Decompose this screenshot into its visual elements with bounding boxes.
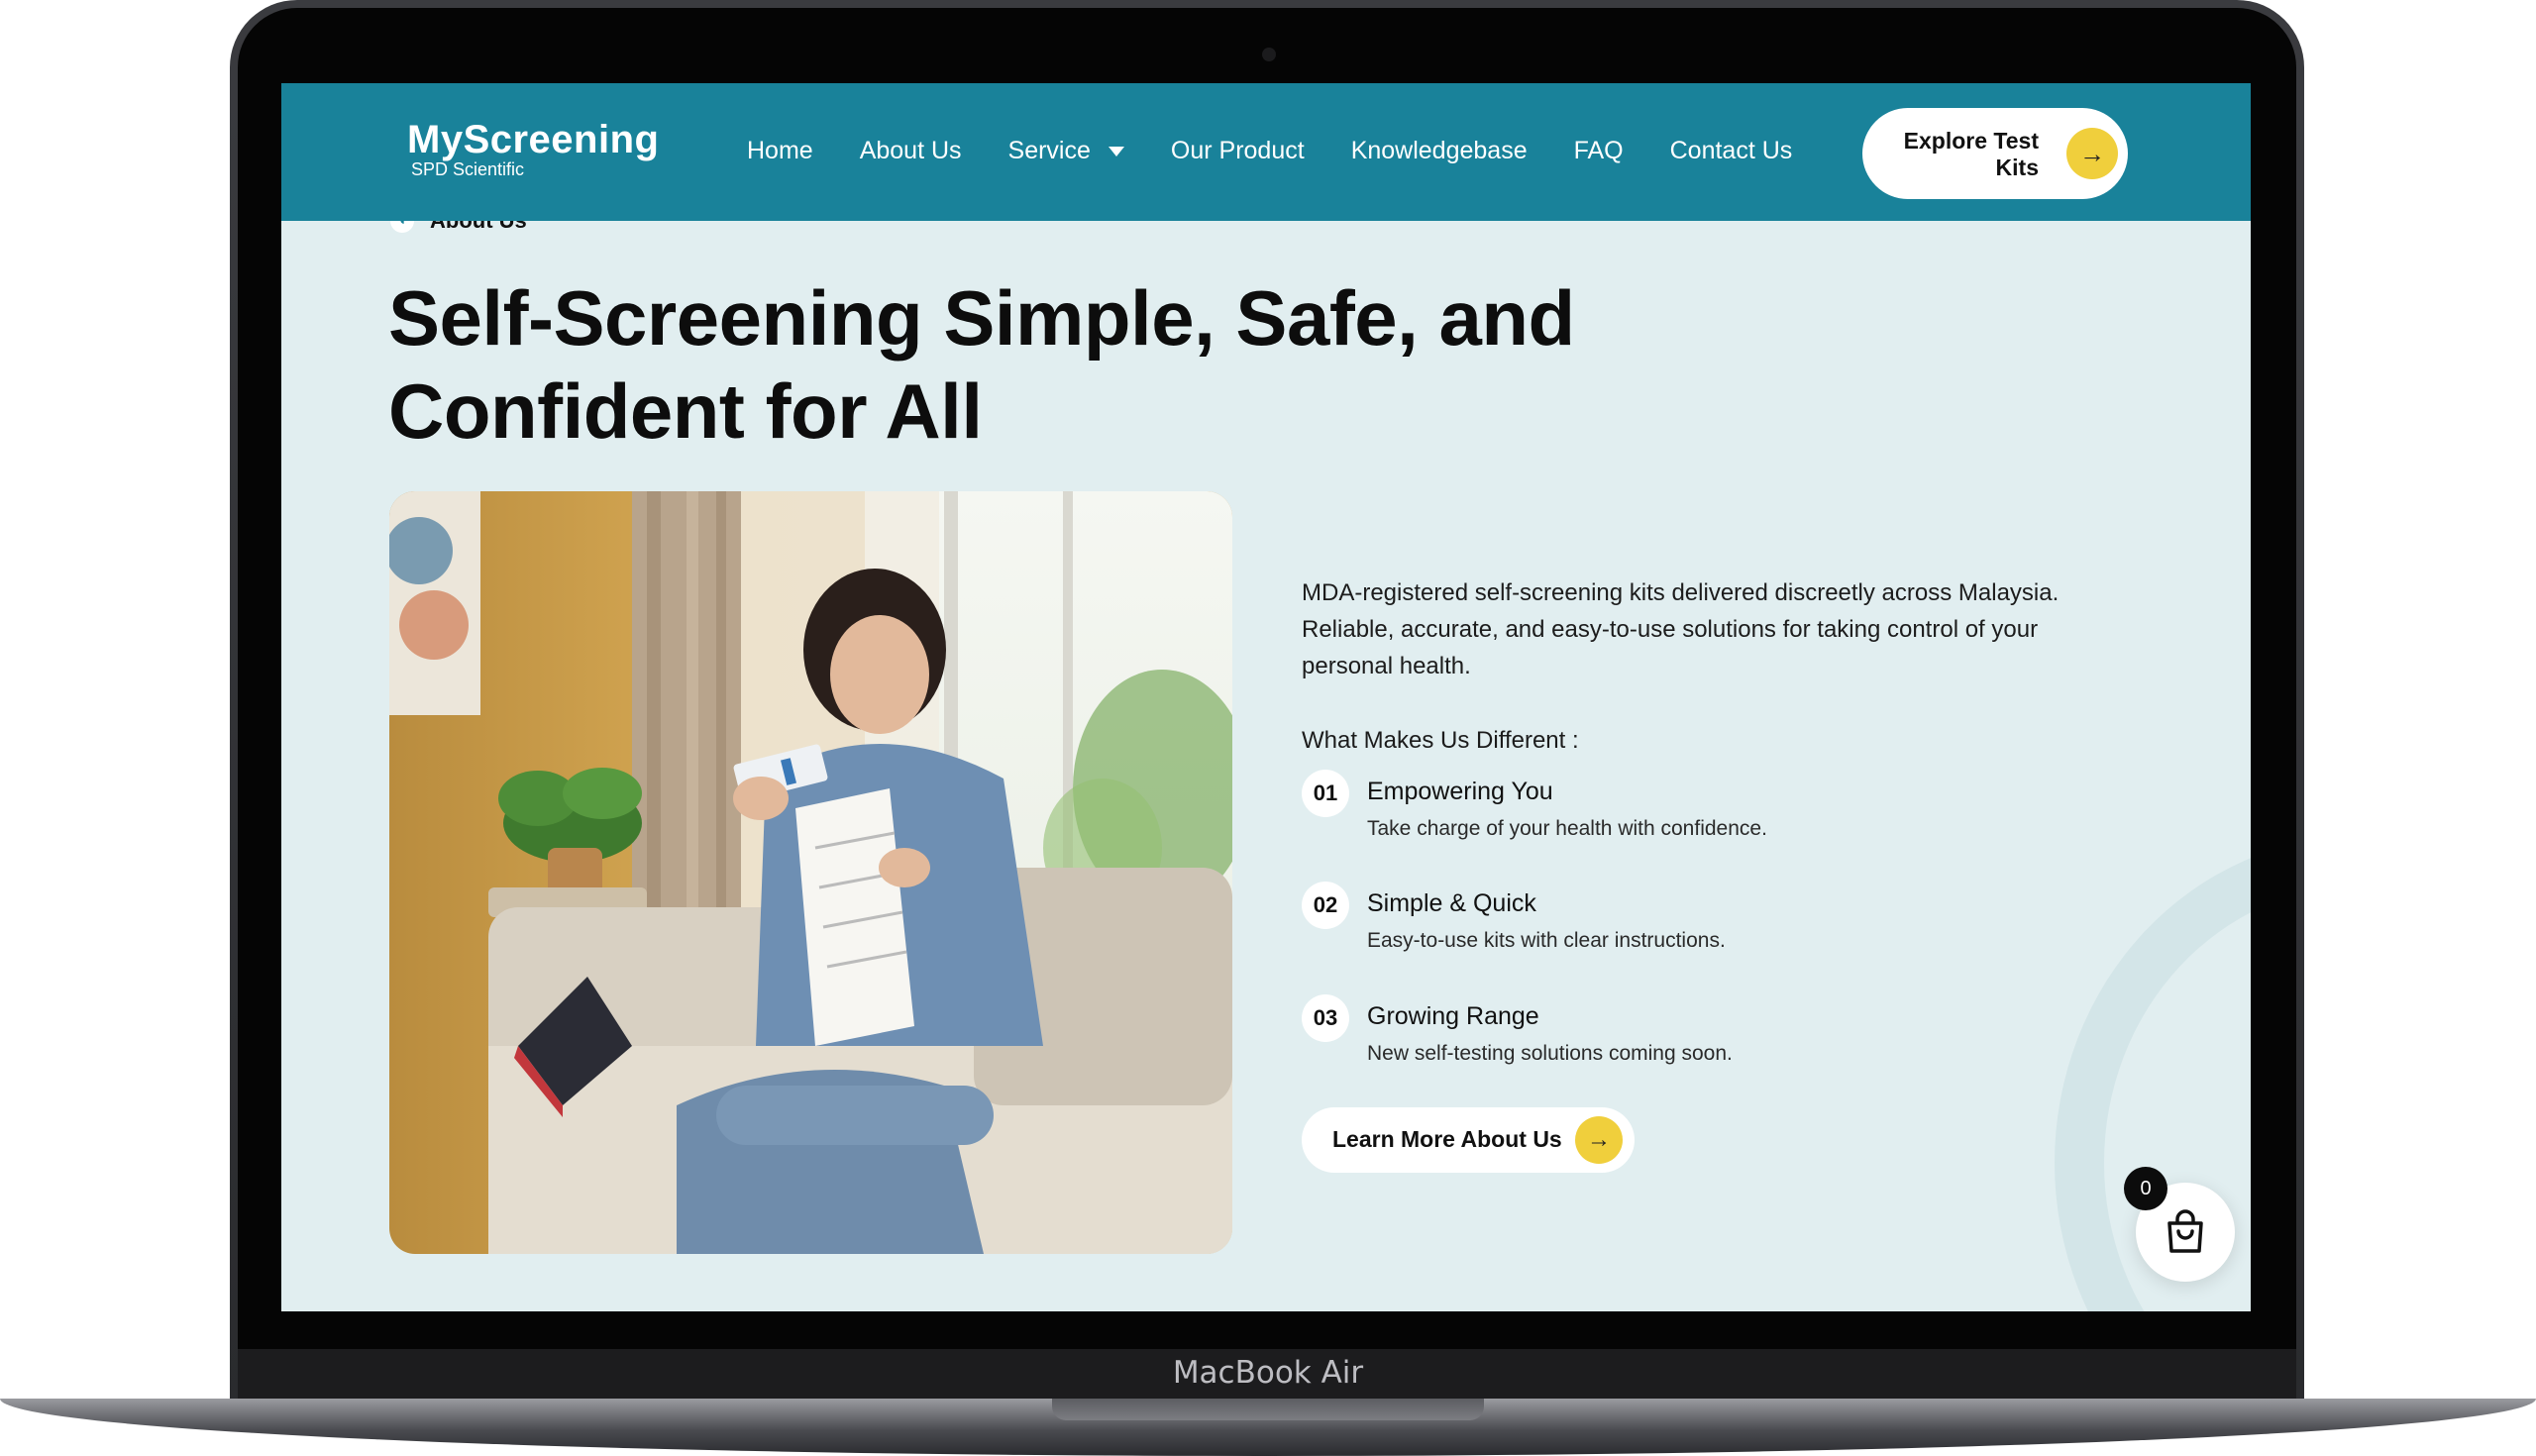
device-label: MacBook Air <box>1172 1355 1364 1391</box>
explore-test-kits-label: Explore Test Kits <box>1903 128 2039 180</box>
nav-knowledgebase[interactable]: Knowledgebase <box>1351 137 1528 165</box>
top-navigation: MyScreening SPD Scientific Home About Us… <box>281 83 2251 221</box>
nav-contact-us[interactable]: Contact Us <box>1670 137 1793 165</box>
hero-photo <box>389 491 1232 1254</box>
site-logo[interactable]: MyScreening SPD Scientific <box>407 119 659 178</box>
feature-title: Empowering You <box>1367 778 1553 805</box>
nav-service-label: Service <box>1007 137 1091 164</box>
differentiators-heading: What Makes Us Different : <box>1302 727 1579 754</box>
feature-number-badge: 01 <box>1302 770 1349 817</box>
feature-description: New self-testing solutions coming soon. <box>1367 1042 1733 1065</box>
arrow-right-icon: → <box>2066 128 2118 179</box>
feature-number-badge: 03 <box>1302 994 1349 1042</box>
feature-title: Growing Range <box>1367 1002 1539 1030</box>
learn-more-button[interactable]: Learn More About Us → <box>1302 1107 1635 1173</box>
page-headline: Self-Screening Simple, Safe, and Confide… <box>388 274 1575 455</box>
feature-title: Simple & Quick <box>1367 889 1536 917</box>
caret-down-icon <box>1108 146 1124 156</box>
explore-test-kits-button[interactable]: Explore Test Kits → <box>1862 108 2128 199</box>
woman-reading-test-kit-illustration <box>389 491 1232 1254</box>
arrow-right-icon: → <box>1575 1116 1623 1164</box>
learn-more-label: Learn More About Us <box>1332 1126 1562 1152</box>
shopping-bag-icon <box>2167 1209 2203 1253</box>
nav-our-product[interactable]: Our Product <box>1171 137 1305 165</box>
nav-service[interactable]: Service <box>1008 137 1124 165</box>
cart-count-badge: 0 <box>2124 1167 2167 1210</box>
nav-faq[interactable]: FAQ <box>1574 137 1624 165</box>
feature-number-badge: 02 <box>1302 882 1349 929</box>
laptop-notch <box>1052 1399 1484 1420</box>
camera-icon <box>1262 48 1276 61</box>
nav-home[interactable]: Home <box>747 137 813 165</box>
feature-description: Take charge of your health with confiden… <box>1367 817 1767 840</box>
feature-description: Easy-to-use kits with clear instructions… <box>1367 929 1726 952</box>
main-menu: Home About Us Service Our Product Knowle… <box>747 137 1839 165</box>
logo-subtitle: SPD Scientific <box>411 159 525 179</box>
nav-about-us[interactable]: About Us <box>860 137 962 165</box>
website-viewport: MyScreening SPD Scientific Home About Us… <box>281 83 2251 1311</box>
logo-name: MyScreening <box>407 118 660 161</box>
intro-description: MDA-registered self-screening kits deliv… <box>1302 579 2060 679</box>
